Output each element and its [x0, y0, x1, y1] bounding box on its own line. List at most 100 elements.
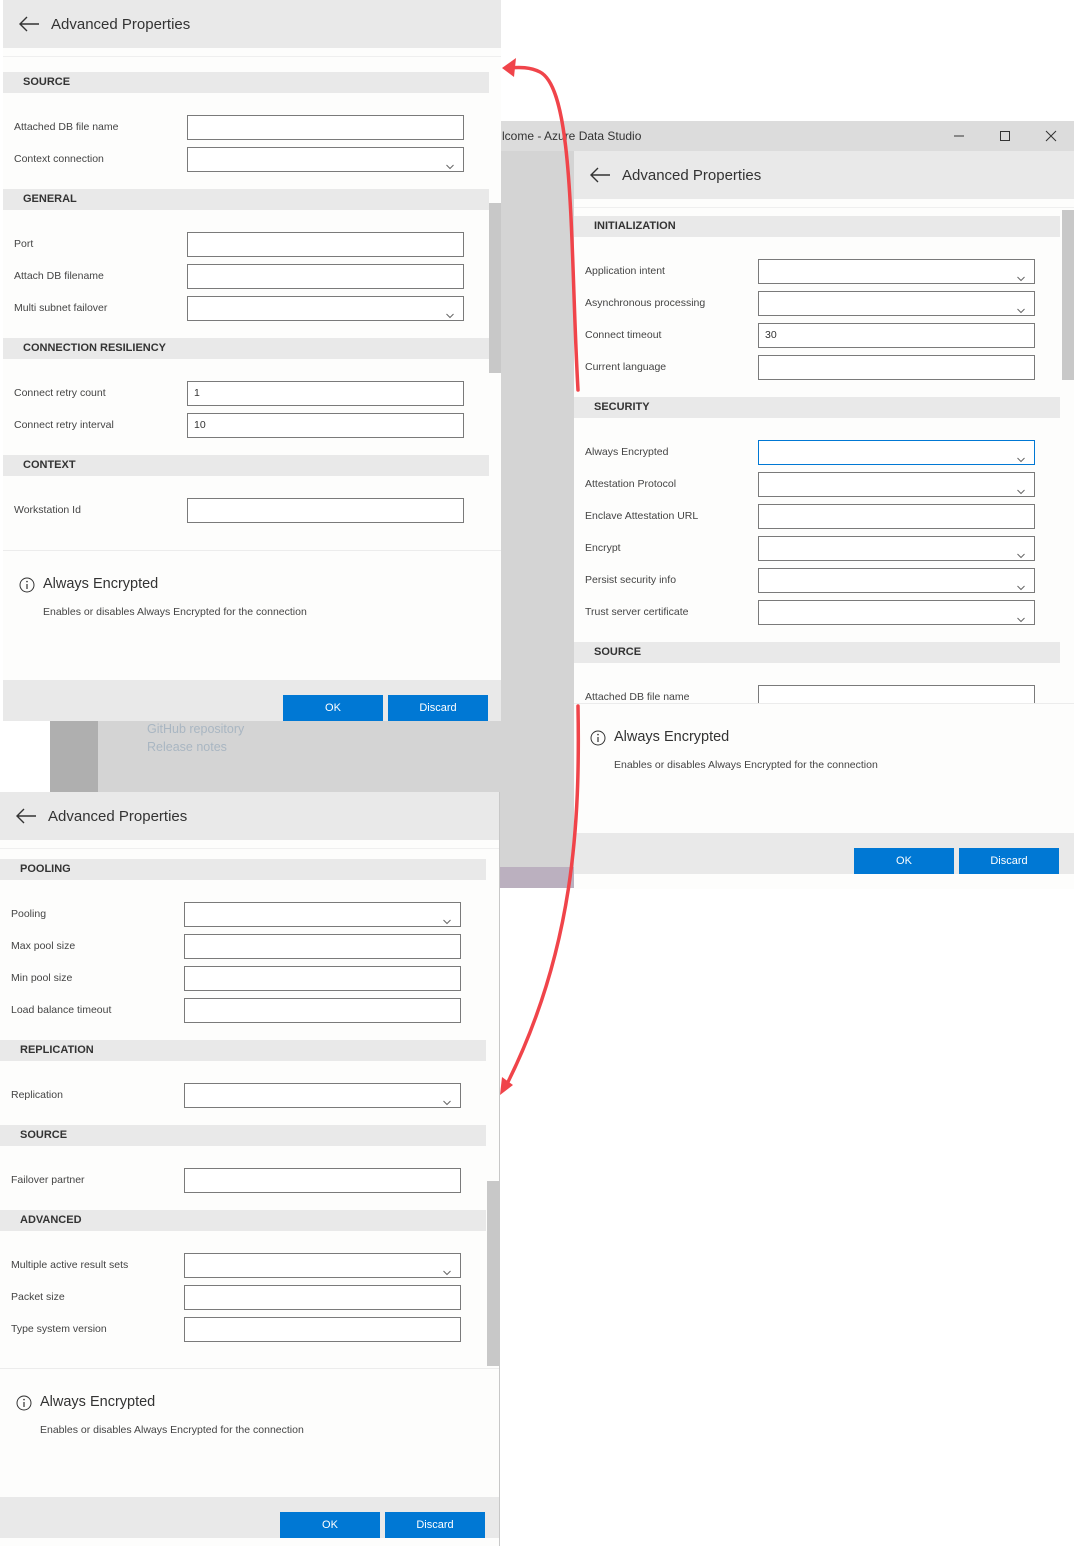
background-sidebar [50, 720, 98, 792]
panel-header: Advanced Properties [3, 0, 501, 48]
discard-button[interactable]: Discard [959, 848, 1059, 874]
arrow-head-bottom [500, 1077, 513, 1095]
panel-title: Advanced Properties [622, 166, 762, 184]
field-value: 30 [765, 329, 777, 341]
description-title: Always Encrypted [40, 1394, 156, 1410]
panel-title: Advanced Properties [51, 15, 191, 33]
field-label: Connect timeout [585, 329, 662, 341]
max-pool-size-input[interactable] [184, 934, 461, 959]
github-repository-link[interactable]: GitHub repository [147, 722, 244, 736]
description-text: Enables or disables Always Encrypted for… [40, 1424, 304, 1436]
field-label: Pooling [11, 908, 47, 920]
chevron-down-icon [443, 1262, 451, 1276]
section-header-source: SOURCE [574, 642, 1060, 663]
attached-db-file-name-input[interactable] [187, 115, 464, 140]
section-header-source: SOURCE [3, 72, 489, 93]
description-text: Enables or disables Always Encrypted for… [43, 606, 307, 618]
minimize-button[interactable] [936, 121, 982, 151]
type-system-version-input[interactable] [184, 1317, 461, 1342]
current-language-input[interactable] [758, 355, 1035, 380]
info-icon [590, 730, 606, 746]
multiple-active-result-sets-dropdown[interactable] [184, 1253, 461, 1278]
properties-list[interactable]: INITIALIZATION Application intent Asynchro… [574, 209, 1074, 703]
field-label: Encrypt [585, 542, 621, 554]
section-header-replication: REPLICATION [0, 1040, 486, 1061]
section-header-initialization: INITIALIZATION [574, 216, 1060, 237]
close-icon [1045, 130, 1057, 142]
field-label: Enclave Attestation URL [585, 510, 699, 522]
chevron-down-icon [1017, 609, 1025, 623]
field-label: Min pool size [11, 972, 73, 984]
release-notes-link[interactable]: Release notes [147, 740, 227, 754]
field-label: Context connection [14, 153, 104, 165]
field-label: Attach DB filename [14, 270, 104, 282]
minimize-icon [954, 135, 964, 137]
replication-dropdown[interactable] [184, 1083, 461, 1108]
packet-size-input[interactable] [184, 1285, 461, 1310]
discard-button[interactable]: Discard [388, 695, 488, 721]
scrollbar-thumb[interactable] [487, 1181, 499, 1366]
trust-server-certificate-dropdown[interactable] [758, 600, 1035, 625]
section-header-connection-resiliency: CONNECTION RESILIENCY [3, 338, 489, 359]
field-label: Trust server certificate [585, 606, 689, 618]
ok-button[interactable]: OK [283, 695, 383, 721]
min-pool-size-input[interactable] [184, 966, 461, 991]
connect-retry-count-input[interactable]: 1 [187, 381, 464, 406]
panel-title: Advanced Properties [48, 807, 188, 825]
scrollbar-thumb[interactable] [489, 203, 501, 373]
discard-button[interactable]: Discard [385, 1512, 485, 1538]
field-label: Workstation Id [14, 504, 81, 516]
always-encrypted-dropdown[interactable] [758, 440, 1035, 465]
back-button[interactable] [589, 167, 611, 183]
maximize-button[interactable] [982, 121, 1028, 151]
application-intent-dropdown[interactable] [758, 259, 1035, 284]
context-connection-dropdown[interactable] [187, 147, 464, 172]
port-input[interactable] [187, 232, 464, 257]
back-button[interactable] [18, 16, 40, 32]
panel-header: Advanced Properties [574, 151, 1074, 199]
enclave-attestation-url-input[interactable] [758, 504, 1035, 529]
chevron-down-icon [443, 911, 451, 925]
field-label: Current language [585, 361, 667, 373]
info-icon [16, 1395, 32, 1411]
encrypt-dropdown[interactable] [758, 536, 1035, 561]
workstation-id-input[interactable] [187, 498, 464, 523]
panel-header: Advanced Properties [0, 792, 499, 840]
ok-button[interactable]: OK [854, 848, 954, 874]
maximize-icon [1000, 131, 1010, 141]
field-label: Attached DB file name [14, 121, 119, 133]
pooling-dropdown[interactable] [184, 902, 461, 927]
ok-button[interactable]: OK [280, 1512, 380, 1538]
scrollbar-thumb[interactable] [1062, 210, 1074, 380]
field-label: Always Encrypted [585, 446, 669, 458]
connect-retry-interval-input[interactable]: 10 [187, 413, 464, 438]
property-description: Always Encrypted Enables or disables Alwa… [574, 703, 1074, 833]
attach-db-filename-input[interactable] [187, 264, 464, 289]
connect-timeout-input[interactable]: 30 [758, 323, 1035, 348]
field-label: Attestation Protocol [585, 478, 677, 490]
close-button[interactable] [1028, 121, 1074, 151]
attestation-protocol-dropdown[interactable] [758, 472, 1035, 497]
background-status-strip [500, 867, 578, 888]
properties-list[interactable]: SOURCE Attached DB file name Context conne… [3, 58, 501, 550]
back-arrow-icon [590, 167, 610, 183]
load-balance-timeout-input[interactable] [184, 998, 461, 1023]
properties-list[interactable]: POOLING Pooling Max pool size Min pool size… [0, 850, 499, 1368]
field-label: Connect retry interval [14, 419, 114, 431]
section-header-source: SOURCE [0, 1125, 486, 1146]
chevron-down-icon [446, 305, 454, 319]
section-header-security: SECURITY [574, 397, 1060, 418]
field-label: Persist security info [585, 574, 677, 586]
attached-db-file-name-input[interactable] [758, 685, 1035, 703]
multi-subnet-failover-dropdown[interactable] [187, 296, 464, 321]
failover-partner-input[interactable] [184, 1168, 461, 1193]
back-button[interactable] [15, 808, 37, 824]
arrow-head-top [502, 58, 516, 77]
asynchronous-processing-dropdown[interactable] [758, 291, 1035, 316]
chevron-down-icon [1017, 268, 1025, 282]
persist-security-info-dropdown[interactable] [758, 568, 1035, 593]
field-label: Max pool size [11, 940, 76, 952]
chevron-down-icon [446, 156, 454, 170]
field-label: Attached DB file name [585, 691, 690, 703]
field-label: Asynchronous processing [585, 297, 706, 309]
